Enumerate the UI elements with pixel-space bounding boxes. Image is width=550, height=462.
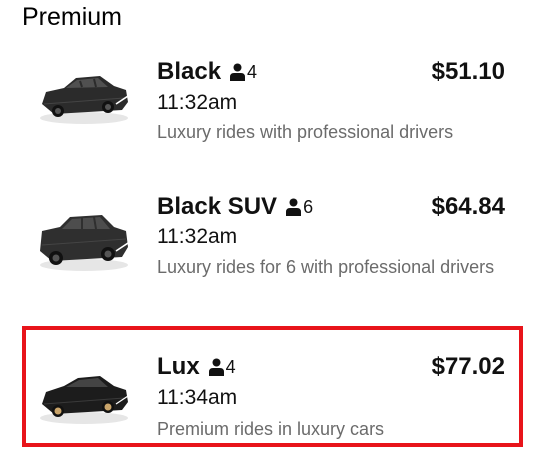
ride-name-label: Lux xyxy=(157,353,200,380)
luxury-car-icon xyxy=(40,376,129,424)
ride-option-black[interactable]: Black 4 $51.10 11:32am Luxury rides with… xyxy=(0,40,550,160)
ride-option-lux[interactable]: Lux 4 $77.02 11:34am Premium rides in lu… xyxy=(0,326,550,451)
ride-price: $77.02 xyxy=(431,353,505,380)
person-icon xyxy=(208,358,224,376)
rider-capacity: 6 xyxy=(303,197,314,217)
ride-eta: 11:32am xyxy=(157,91,238,114)
person-icon xyxy=(230,63,246,81)
suv-car-icon xyxy=(40,215,129,271)
ride-name-label: Black xyxy=(157,58,222,85)
ride-price: $51.10 xyxy=(431,58,505,85)
ride-eta: 11:34am xyxy=(157,386,238,409)
rider-capacity: 4 xyxy=(247,62,258,82)
ride-description: Luxury rides with professional drivers xyxy=(157,122,454,142)
person-icon xyxy=(286,198,302,216)
ride-name: Lux 4 xyxy=(157,353,236,381)
ride-description: Premium rides in luxury cars xyxy=(157,419,385,439)
ride-eta: 11:32am xyxy=(157,225,238,248)
ride-name: Black 4 xyxy=(157,58,257,86)
section-title: Premium xyxy=(22,3,123,31)
sedan-car-icon xyxy=(40,76,129,124)
ride-name-label: Black SUV xyxy=(157,193,278,220)
ride-name: Black SUV 6 xyxy=(157,193,313,221)
ride-price: $64.84 xyxy=(431,193,505,220)
ride-description: Luxury rides for 6 with professional dri… xyxy=(157,257,495,277)
rider-capacity: 4 xyxy=(225,357,236,377)
ride-option-black-suv[interactable]: Black SUV 6 $64.84 11:32am Luxury rides … xyxy=(0,175,550,315)
